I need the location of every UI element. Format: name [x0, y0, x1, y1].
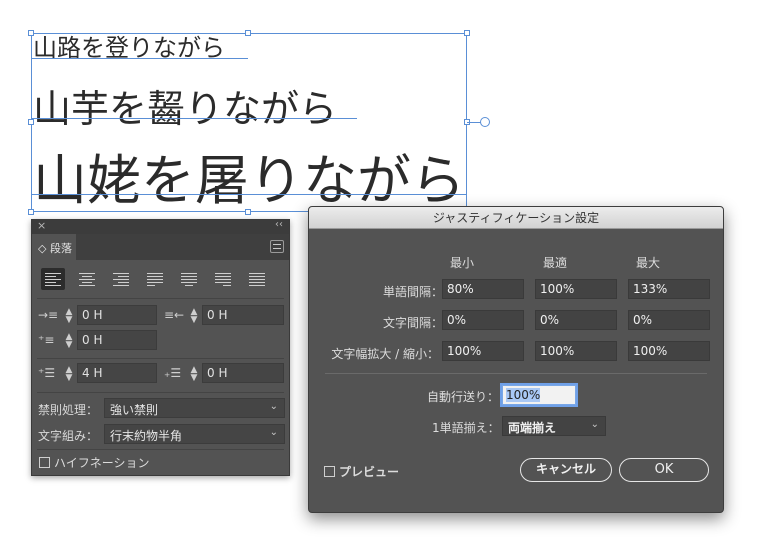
word-spacing-opt-input[interactable]: 100% — [535, 279, 617, 299]
separator — [325, 373, 707, 374]
align-left-button[interactable] — [41, 268, 65, 290]
mojikumi-value: 行末約物半角 — [110, 429, 183, 443]
alignment-buttons — [41, 268, 269, 290]
mojikumi-label: 文字組み： — [38, 429, 99, 443]
letter-spacing-min-input[interactable]: 0% — [442, 310, 524, 330]
glyph-scaling-opt-input[interactable]: 100% — [535, 341, 617, 361]
checkbox-box[interactable] — [39, 457, 50, 468]
frame-handle-tr[interactable] — [464, 30, 470, 36]
space-before-icon: ⁺☰ — [38, 366, 56, 380]
out-port-line — [467, 122, 481, 123]
letter-spacing-opt-input[interactable]: 0% — [535, 310, 617, 330]
first-line-indent-icon: ⁺≡ — [38, 333, 55, 347]
first-line-indent-stepper[interactable]: ▲ ▼ — [63, 333, 75, 350]
separator — [37, 298, 284, 299]
cancel-button[interactable]: キャンセル — [520, 458, 612, 482]
left-indent-stepper[interactable]: ▲ ▼ — [63, 308, 75, 325]
letter-spacing-max-input[interactable]: 0% — [628, 310, 710, 330]
right-indent-input[interactable]: 0 H — [202, 305, 284, 325]
space-after-input[interactable]: 0 H — [202, 363, 284, 383]
paragraph-panel: × ‹‹ ◇ 段落 →≡ ▲ ▼ 0 H ≡← ▲ ▼ 0 H ⁺≡ ▲ ▼ 0 H … — [31, 219, 290, 476]
checkbox-box[interactable] — [324, 466, 335, 477]
auto-leading-label: 自動行送り： — [427, 390, 500, 404]
mojikumi-select[interactable]: 行末約物半角 ⌄ — [104, 424, 285, 444]
space-after-stepper[interactable]: ▲ ▼ — [188, 366, 200, 383]
separator — [37, 392, 284, 393]
baseline-2 — [31, 118, 357, 119]
justify-right-button[interactable] — [211, 268, 235, 290]
panel-menu-icon[interactable] — [270, 240, 284, 253]
word-spacing-min-input[interactable]: 80% — [442, 279, 524, 299]
mojikumi-row: 文字組み： 行末約物半角 ⌄ — [38, 424, 285, 444]
single-word-justification-label: 1単語揃え： — [432, 421, 500, 435]
panel-header-bar: × ‹‹ — [32, 219, 289, 234]
separator — [37, 358, 284, 359]
single-word-justification-value: 両端揃え — [508, 421, 557, 435]
column-opt-header: 最適 — [543, 256, 568, 270]
column-max-header: 最大 — [636, 256, 661, 270]
first-line-indent-input[interactable]: 0 H — [77, 330, 157, 350]
ok-button[interactable]: OK — [619, 458, 709, 482]
left-indent-input[interactable]: 0 H — [77, 305, 157, 325]
space-after-icon: ₊☰ — [164, 366, 182, 380]
justify-all-button[interactable] — [245, 268, 269, 290]
close-icon[interactable]: × — [37, 219, 46, 232]
hyphenation-label: ハイフネーション — [54, 456, 150, 470]
align-center-button[interactable] — [75, 268, 99, 290]
auto-leading-input[interactable]: 100% — [502, 385, 576, 405]
tab-paragraph[interactable]: ◇ 段落 — [32, 234, 76, 260]
column-min-header: 最小 — [450, 256, 475, 270]
single-word-justification-select[interactable]: 両端揃え ⌄ — [502, 416, 606, 436]
text-line-2[interactable]: 山芋を齧りながら — [33, 78, 337, 133]
chevron-down-icon: ⌄ — [269, 401, 278, 412]
auto-leading-value: 100% — [506, 388, 541, 402]
space-before-input[interactable]: 4 H — [77, 363, 157, 383]
preview-label: プレビュー — [339, 465, 400, 479]
align-right-button[interactable] — [109, 268, 133, 290]
kinsoku-row: 禁則処理： 強い禁則 ⌄ — [38, 398, 285, 418]
chevron-down-icon: ⌄ — [269, 427, 278, 438]
right-indent-icon: ≡← — [164, 308, 185, 322]
kinsoku-select[interactable]: 強い禁則 ⌄ — [104, 398, 285, 418]
panel-tab-bar: ◇ 段落 — [32, 234, 289, 260]
collapse-icon[interactable]: ‹‹ — [275, 219, 283, 230]
right-indent-stepper[interactable]: ▲ ▼ — [188, 308, 200, 325]
glyph-scaling-min-input[interactable]: 100% — [442, 341, 524, 361]
chevron-down-icon: ⌄ — [590, 419, 599, 430]
separator — [37, 449, 284, 450]
baseline-3 — [31, 194, 467, 195]
text-out-port[interactable] — [480, 117, 490, 127]
space-before-stepper[interactable]: ▲ ▼ — [63, 366, 75, 383]
kinsoku-label: 禁則処理： — [38, 403, 99, 417]
hyphenation-checkbox[interactable]: ハイフネーション — [39, 454, 150, 471]
kinsoku-value: 強い禁則 — [110, 403, 159, 417]
word-spacing-max-input[interactable]: 133% — [628, 279, 710, 299]
letter-spacing-label: 文字間隔： — [382, 316, 443, 330]
justification-dialog: ジャスティフィケーション設定 最小 最適 最大 単語間隔： 80% 100% 1… — [308, 206, 724, 513]
glyph-scaling-max-input[interactable]: 100% — [628, 341, 710, 361]
dialog-title: ジャスティフィケーション設定 — [309, 207, 723, 229]
preview-checkbox[interactable]: プレビュー — [324, 463, 399, 480]
justify-left-button[interactable] — [143, 268, 167, 290]
justify-center-button[interactable] — [177, 268, 201, 290]
word-spacing-label: 単語間隔： — [382, 285, 443, 299]
frame-handle-tc[interactable] — [245, 30, 251, 36]
glyph-scaling-label: 文字幅拡大 / 縮小： — [331, 347, 439, 361]
text-line-3[interactable]: 山姥を屠りながら — [33, 136, 465, 215]
baseline-1 — [31, 58, 248, 59]
left-indent-icon: →≡ — [38, 308, 59, 322]
